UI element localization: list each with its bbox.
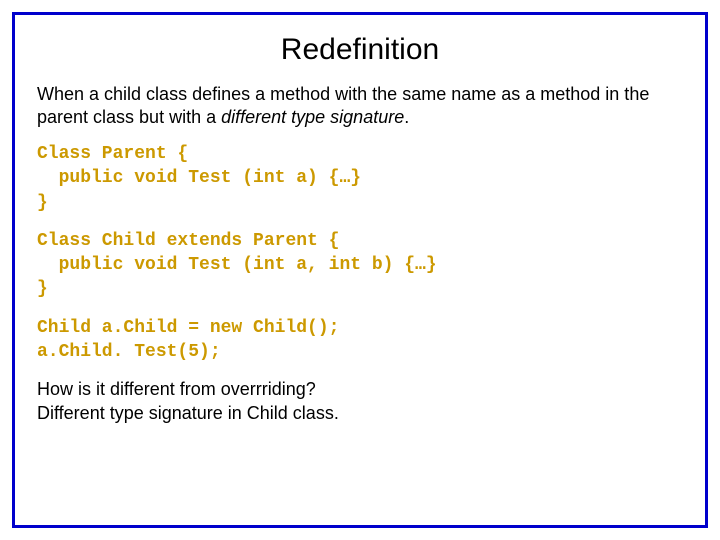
answer-text: Different type signature in Child class. [37,403,339,423]
slide-frame: Redefinition When a child class defines … [12,12,708,528]
intro-text-2: . [404,107,409,127]
intro-italic: different type signature [221,107,404,127]
closing-paragraph: How is it different from overrriding? Di… [37,378,683,425]
slide-title: Redefinition [37,33,683,67]
question-text: How is it different from overrriding? [37,379,316,399]
code-block-parent: Class Parent { public void Test (int a) … [37,142,683,215]
intro-paragraph: When a child class defines a method with… [37,83,683,128]
code-block-child: Class Child extends Parent { public void… [37,229,683,302]
code-block-usage: Child a.Child = new Child(); a.Child. Te… [37,316,683,365]
